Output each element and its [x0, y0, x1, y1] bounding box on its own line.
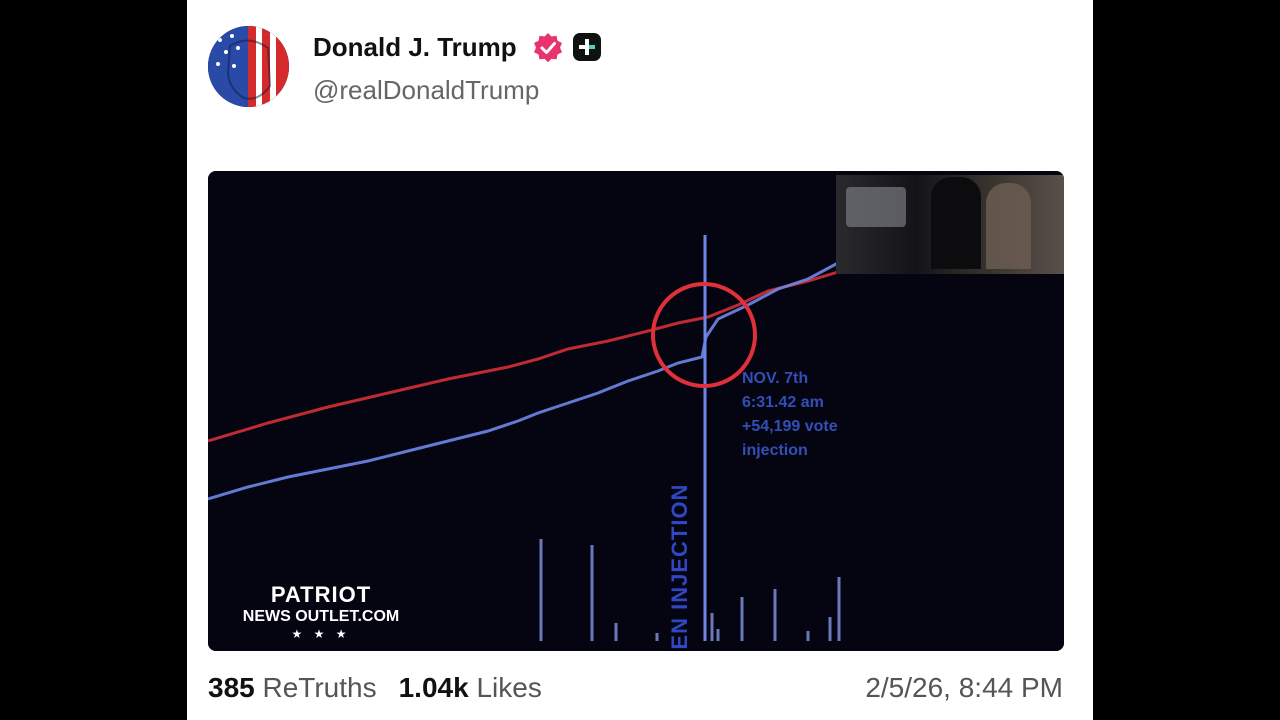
likes-label: Likes — [476, 672, 542, 703]
watermark-line1: PATRIOT — [270, 582, 372, 607]
watermark-line2: NEWS OUTLET.COM — [242, 608, 400, 625]
post-card: Donald J. Trump @realDonaldTrump NOV. 7t… — [187, 0, 1093, 720]
injection-label: BIDEN INJECTION — [667, 483, 692, 651]
chart-annotation: NOV. 7th 6:31.42 am +54,199 vote injecti… — [742, 370, 838, 459]
post-timestamp[interactable]: 2/5/26, 8:44 PM — [865, 672, 1063, 704]
video-inset-thumbnail — [836, 175, 1064, 274]
display-name[interactable]: Donald J. Trump — [313, 32, 517, 63]
user-handle[interactable]: @realDonaldTrump — [313, 75, 539, 106]
retruths-count: 385 — [208, 672, 255, 703]
retruths-stat[interactable]: 385 ReTruths — [208, 672, 377, 703]
avatar[interactable] — [208, 26, 289, 107]
likes-stat[interactable]: 1.04k Likes — [399, 672, 542, 703]
video-player[interactable]: NOV. 7th 6:31.42 am +54,199 vote injecti… — [208, 171, 1064, 651]
likes-count: 1.04k — [398, 672, 469, 703]
retruths-label: ReTruths — [262, 672, 377, 703]
patriot-news-outlet-logo: PATRIOT NEWS OUTLET.COM ★ ★ ★ — [236, 583, 406, 643]
avatar-flag-face-image — [208, 26, 289, 107]
truth-plus-icon — [573, 33, 601, 61]
post-stats: 385 ReTruths 1.04k Likes — [208, 672, 542, 712]
verified-badge-icon — [534, 33, 562, 63]
watermark-stars: ★ ★ ★ — [291, 627, 351, 641]
